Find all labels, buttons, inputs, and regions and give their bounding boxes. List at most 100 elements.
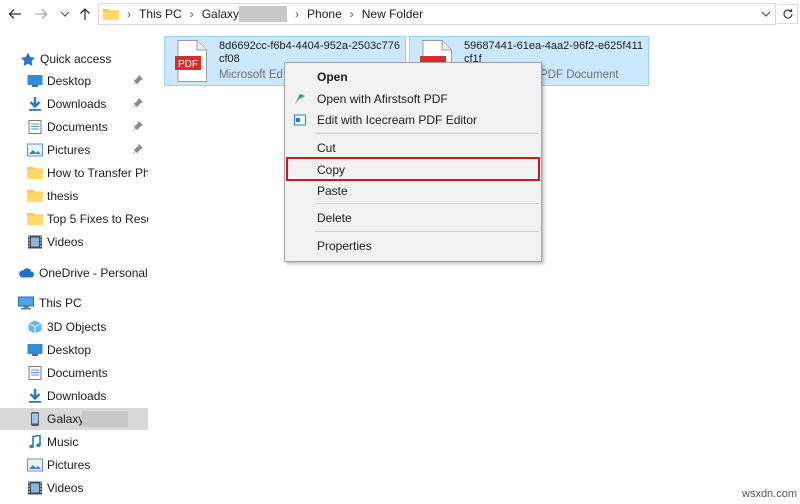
pictures-icon (27, 143, 43, 157)
breadcrumb-separator: › (189, 7, 194, 21)
back-arrow-icon[interactable] (6, 5, 24, 23)
folder-icon (103, 9, 119, 20)
nav-label: How to Transfer Pho (47, 166, 148, 180)
download-arrow-icon (29, 97, 41, 111)
pin-icon[interactable] (133, 144, 143, 154)
nav-item-videos[interactable]: Videos (0, 477, 148, 499)
menu-item-label: Edit with Icecream PDF Editor (317, 113, 478, 127)
icecream-icon (294, 114, 306, 126)
nav-label: Top 5 Fixes to Resol (47, 212, 148, 226)
pictures-icon (27, 458, 43, 472)
nav-label: Downloads (47, 389, 107, 403)
nav-item-downloads[interactable]: Downloads (0, 385, 148, 407)
forward-arrow-icon[interactable] (32, 5, 50, 23)
menu-item-open[interactable]: Open (285, 66, 541, 88)
nav-label: Videos (47, 235, 84, 249)
nav-quick-access[interactable]: Quick access (0, 48, 148, 70)
nav-label: This PC (39, 296, 82, 310)
menu-separator (315, 203, 539, 204)
videos-icon (28, 235, 42, 249)
address-dropdown-chevron-icon[interactable] (761, 7, 771, 21)
nav-label: OneDrive - Personal (39, 266, 148, 280)
nav-label: thesis (47, 189, 79, 203)
nav-label: Quick access (40, 52, 112, 66)
star-icon (20, 52, 36, 66)
menu-item-label: Cut (317, 141, 336, 155)
nav-item-galaxy[interactable]: Galaxy (0, 408, 148, 430)
nav-item-top-5-fixes[interactable]: Top 5 Fixes to Resol (0, 208, 148, 230)
phone-icon (31, 412, 39, 426)
nav-this-pc[interactable]: This PC (0, 292, 148, 314)
menu-item-label: Delete (317, 211, 352, 225)
nav-item-pictures[interactable]: Pictures (0, 454, 148, 476)
menu-item-edit-with-icecream[interactable]: Edit with Icecream PDF Editor (285, 109, 541, 131)
breadcrumb-new-folder[interactable]: New Folder (362, 7, 423, 21)
nav-label: Documents (47, 366, 108, 380)
nav-item-desktop[interactable]: Desktop (0, 70, 148, 92)
folder-icon (27, 190, 43, 202)
menu-item-label: Paste (317, 184, 348, 198)
nav-label: Pictures (47, 458, 91, 472)
watermark-text: wsxdn.com (742, 488, 798, 500)
nav-label: Desktop (47, 74, 92, 88)
nav-item-desktop[interactable]: Desktop (0, 339, 148, 361)
afirstsoft-icon (295, 94, 305, 104)
redaction-block (239, 6, 288, 22)
download-arrow-icon (29, 389, 41, 403)
address-toolbar: › This PC › Galaxy › Phone › New Folder (0, 0, 800, 30)
folder-icon (27, 213, 43, 225)
desktop-icon (27, 75, 43, 87)
nav-item-how-to-transfer[interactable]: How to Transfer Pho (0, 162, 148, 184)
nav-label: Videos (47, 481, 84, 495)
nav-label: Documents (47, 120, 108, 134)
up-arrow-icon[interactable] (76, 5, 94, 23)
breadcrumb-separator: › (127, 7, 131, 21)
nav-item-pictures[interactable]: Pictures (0, 139, 148, 161)
nav-onedrive[interactable]: OneDrive - Personal (0, 262, 148, 284)
menu-item-label: Open with Afirstsoft PDF (317, 92, 448, 106)
breadcrumb-galaxy[interactable]: Galaxy (202, 7, 239, 21)
menu-item-open-with-afirstsoft[interactable]: Open with Afirstsoft PDF (285, 88, 541, 110)
desktop-icon (27, 344, 43, 356)
nav-item-documents[interactable]: Documents (0, 362, 148, 384)
menu-item-label: Open (317, 70, 348, 84)
refresh-icon[interactable] (778, 4, 798, 24)
menu-item-properties[interactable]: Properties (285, 235, 541, 257)
nav-label: Pictures (47, 143, 91, 157)
nav-item-documents[interactable]: Documents (0, 116, 148, 138)
breadcrumb-separator: › (349, 7, 354, 21)
redaction-block (82, 411, 128, 427)
menu-item-delete[interactable]: Delete (285, 207, 541, 229)
computer-icon (18, 296, 34, 310)
menu-item-paste[interactable]: Paste (285, 180, 541, 202)
pin-icon[interactable] (133, 98, 143, 108)
address-bar[interactable]: › This PC › Galaxy › Phone › New Folder (98, 3, 776, 25)
menu-separator (315, 133, 539, 134)
nav-item-thesis[interactable]: thesis (0, 185, 148, 207)
copy-highlight-box (286, 157, 540, 181)
recent-locations-chevron-icon[interactable] (56, 5, 74, 23)
documents-icon (28, 366, 42, 380)
nav-item-videos[interactable]: Videos (0, 231, 148, 253)
breadcrumb-this-pc[interactable]: This PC (139, 7, 182, 21)
menu-item-label: Properties (317, 239, 372, 253)
pdf-badge-text: PDF (178, 59, 198, 70)
pin-icon[interactable] (133, 75, 143, 85)
folder-icon (27, 167, 43, 179)
documents-icon (28, 120, 42, 134)
cube-icon (28, 320, 42, 334)
breadcrumb-phone[interactable]: Phone (307, 7, 342, 21)
menu-item-cut[interactable]: Cut (285, 137, 541, 159)
nav-item-music[interactable]: Music (0, 431, 148, 453)
file-type: PDF Document (540, 69, 619, 81)
menu-separator (315, 231, 539, 232)
breadcrumb-separator: › (295, 7, 300, 21)
nav-item-downloads[interactable]: Downloads (0, 93, 148, 115)
nav-item-3d-objects[interactable]: 3D Objects (0, 316, 148, 338)
nav-label: Desktop (47, 343, 92, 357)
pdf-file-icon: PDF (175, 40, 207, 82)
pin-icon[interactable] (133, 121, 143, 131)
nav-label: Galaxy (47, 412, 85, 426)
videos-icon (28, 481, 42, 495)
nav-label: 3D Objects (47, 320, 107, 334)
